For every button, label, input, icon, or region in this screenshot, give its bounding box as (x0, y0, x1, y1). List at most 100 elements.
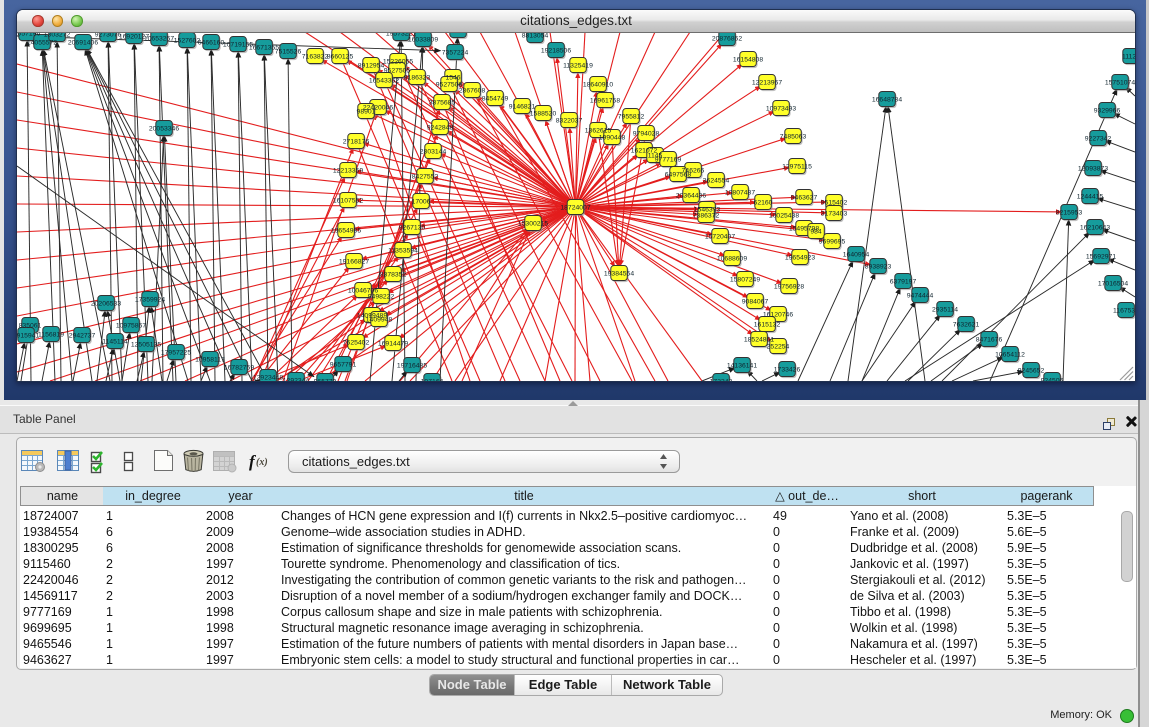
svg-text:11353594: 11353594 (388, 247, 418, 254)
svg-text:20053346: 20053346 (149, 125, 179, 132)
svg-text:12213359: 12213359 (333, 167, 363, 174)
svg-text:1167533: 1167533 (1113, 307, 1135, 314)
svg-text:19218506: 19218506 (541, 47, 571, 54)
svg-text:17359924: 17359924 (135, 296, 165, 303)
svg-text:3915941: 3915941 (17, 332, 39, 339)
svg-text:20364436: 20364436 (676, 192, 706, 199)
svg-text:12213967: 12213967 (752, 79, 782, 86)
svg-text:7163822: 7163822 (302, 53, 329, 60)
svg-text:10807487: 10807487 (725, 189, 755, 196)
svg-text:19384554: 19384554 (604, 270, 634, 277)
svg-text:18524861: 18524861 (744, 336, 774, 343)
svg-text:8660125: 8660125 (327, 53, 354, 60)
svg-text:17016504: 17016504 (1098, 280, 1128, 287)
svg-text:835061: 835061 (19, 322, 42, 329)
svg-text:19166827: 19166827 (339, 258, 369, 265)
svg-text:9777169: 9777169 (655, 156, 682, 163)
svg-text:16543362: 16543362 (369, 77, 399, 84)
svg-text:9146821: 9146821 (509, 103, 536, 110)
svg-text:8322037: 8322037 (556, 117, 583, 124)
svg-text:8267130: 8267130 (399, 224, 426, 231)
svg-text:10688609: 10688609 (717, 255, 747, 262)
svg-text:3624554: 3624554 (703, 177, 730, 184)
svg-text:9498222: 9498222 (368, 293, 395, 300)
svg-text:19654923: 19654923 (785, 254, 815, 261)
svg-text:19716485: 19716485 (397, 362, 427, 369)
svg-text:15226055: 15226055 (383, 58, 413, 65)
svg-text:15751074: 15751074 (1105, 79, 1135, 86)
svg-text:10025438: 10025438 (769, 212, 799, 219)
svg-text:8813054: 8813054 (522, 32, 549, 39)
svg-text:7357224: 7357224 (442, 49, 469, 56)
svg-text:9474444: 9474444 (907, 292, 934, 299)
svg-text:8186323: 8186323 (404, 74, 431, 81)
svg-text:9329966: 9329966 (1094, 107, 1121, 114)
svg-text:10973493: 10973493 (766, 105, 796, 112)
svg-text:7485063: 7485063 (780, 133, 807, 140)
svg-text:14055572: 14055572 (27, 39, 57, 46)
svg-text:7515526: 7515526 (275, 48, 302, 55)
svg-text:965779: 965779 (314, 378, 337, 381)
svg-text:9242848: 9242848 (427, 124, 454, 131)
svg-text:6466160: 6466160 (198, 39, 225, 46)
svg-text:7625402: 7625402 (343, 339, 370, 346)
svg-text:1733426: 1733426 (774, 366, 801, 373)
svg-text:2935114: 2935114 (932, 306, 958, 313)
svg-text:1409948: 1409948 (366, 316, 393, 323)
svg-text:197164: 197164 (421, 378, 444, 381)
svg-text:17957225: 17957225 (161, 349, 191, 356)
svg-text:16120746: 16120746 (763, 311, 793, 318)
svg-text:2942737: 2942737 (69, 332, 96, 339)
svg-text:3173403: 3173403 (821, 210, 848, 217)
svg-text:9084067: 9084067 (742, 298, 769, 305)
svg-text:16782759: 16782759 (224, 364, 254, 371)
svg-text:16033809: 16033809 (408, 36, 438, 43)
svg-text:2867608: 2867608 (459, 87, 486, 94)
svg-text:16107552: 16107552 (333, 197, 363, 204)
svg-text:19756928: 19756928 (774, 283, 804, 290)
svg-text:2803144: 2803144 (420, 148, 447, 155)
svg-text:20691406: 20691406 (68, 39, 98, 46)
svg-text:98901: 98901 (357, 108, 376, 115)
svg-text:1156819: 1156819 (38, 331, 64, 338)
svg-text:12975115: 12975115 (782, 163, 812, 170)
svg-text:12923448: 12923448 (253, 374, 283, 381)
svg-text:12093873: 12093873 (1078, 165, 1108, 172)
svg-text:19654985: 19654985 (331, 227, 361, 234)
svg-text:9245652: 9245652 (1018, 367, 1045, 374)
svg-text:9463627: 9463627 (791, 194, 818, 201)
svg-text:18724007: 18724007 (560, 204, 590, 211)
svg-text:1640954: 1640954 (843, 251, 870, 258)
svg-text:20206533: 20206533 (91, 300, 121, 307)
svg-text:984: 984 (810, 228, 822, 235)
svg-text:3875685: 3875685 (429, 99, 456, 106)
svg-text:1244415: 1244415 (1077, 193, 1104, 200)
svg-text:16914479: 16914479 (378, 340, 408, 347)
svg-text:2718176: 2718176 (343, 138, 370, 145)
svg-text:8471676: 8471676 (976, 336, 1003, 343)
svg-text:8938923: 8938923 (865, 263, 892, 270)
svg-text:1292344: 1292344 (283, 377, 310, 381)
svg-text:8878352: 8878352 (380, 271, 407, 278)
svg-text:14136141: 14136141 (727, 362, 757, 369)
svg-text:7386372: 7386372 (693, 212, 720, 219)
svg-text:62160: 62160 (754, 199, 773, 206)
svg-text:8454749: 8454749 (482, 95, 509, 102)
svg-text:12505135: 12505135 (131, 341, 161, 348)
svg-text:16961758: 16961758 (590, 97, 620, 104)
svg-text:7955812: 7955812 (618, 113, 645, 120)
svg-text:17006: 17006 (412, 198, 431, 205)
svg-text:1546: 1546 (445, 74, 460, 81)
svg-text:10654112: 10654112 (995, 351, 1025, 358)
svg-text:11325419: 11325419 (563, 62, 593, 69)
svg-text:9515402: 9515402 (821, 199, 848, 206)
svg-text:1362615: 1362615 (585, 127, 612, 134)
svg-text:1990448: 1990448 (599, 134, 626, 141)
svg-text:15692971: 15692971 (1086, 253, 1116, 260)
svg-text:15300215: 15300215 (518, 220, 548, 227)
svg-text:1588520: 1588520 (530, 110, 557, 117)
svg-text:9657791: 9657791 (330, 361, 357, 368)
svg-text:1145114: 1145114 (102, 338, 128, 345)
svg-text:9527505: 9527505 (384, 67, 411, 74)
svg-text:10958117: 10958117 (195, 356, 225, 363)
